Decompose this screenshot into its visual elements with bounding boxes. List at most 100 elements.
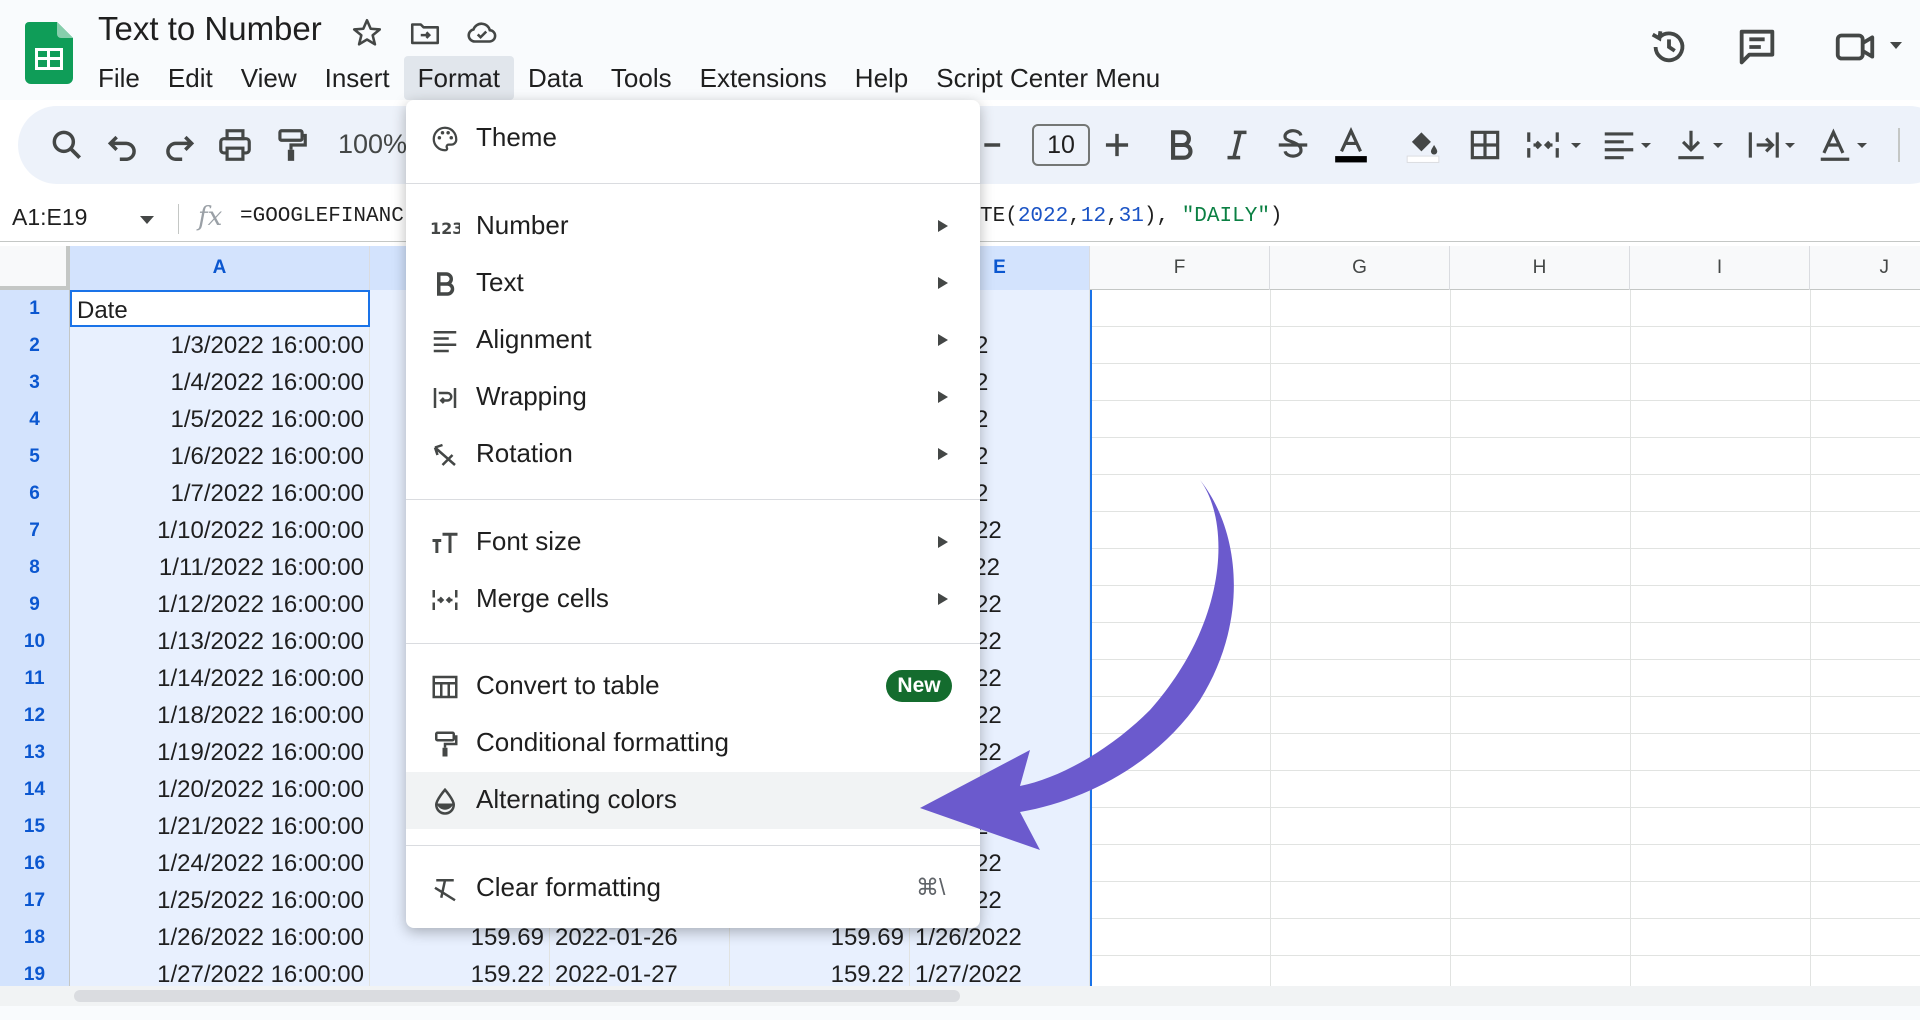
cell-a[interactable]: Date xyxy=(70,290,370,327)
zoom-select[interactable]: 100% xyxy=(338,129,407,160)
cell-e[interactable]: 1/27/2022 xyxy=(910,956,1090,986)
borders-icon[interactable] xyxy=(1466,126,1504,164)
print-icon[interactable] xyxy=(216,126,254,164)
row-header[interactable]: 7 xyxy=(0,512,70,549)
row-header[interactable]: 13 xyxy=(0,734,70,771)
menu-format[interactable]: Format xyxy=(403,56,514,100)
bold-icon[interactable] xyxy=(1162,126,1200,164)
column-header-h[interactable]: H xyxy=(1450,246,1630,290)
row-header[interactable]: 6 xyxy=(0,475,70,512)
text-wrapping-icon[interactable] xyxy=(1744,126,1782,164)
menu-item-alternating-colors[interactable]: Alternating colors xyxy=(406,772,980,829)
cell-a[interactable]: 1/6/2022 16:00:00 xyxy=(70,438,370,475)
menu-file[interactable]: File xyxy=(84,56,154,100)
rotation-dropdown-icon[interactable] xyxy=(1854,126,1870,164)
move-folder-icon[interactable] xyxy=(408,16,442,50)
comments-icon[interactable] xyxy=(1734,24,1780,70)
wrap-dropdown-icon[interactable] xyxy=(1782,126,1798,164)
menu-help[interactable]: Help xyxy=(841,56,922,100)
formula-input-tail[interactable]: TE(2022,12,31), "DAILY") xyxy=(980,205,1283,228)
cell-a[interactable]: 1/27/2022 16:00:00 xyxy=(70,956,370,986)
cell-a[interactable]: 1/14/2022 16:00:00 xyxy=(70,660,370,697)
cell-a[interactable]: 1/21/2022 16:00:00 xyxy=(70,808,370,845)
cell-a[interactable]: 1/4/2022 16:00:00 xyxy=(70,364,370,401)
row-header[interactable]: 8 xyxy=(0,549,70,586)
menu-item-convert-to-table[interactable]: Convert to table New xyxy=(406,658,980,715)
column-header-f[interactable]: F xyxy=(1090,246,1270,290)
sheets-logo-icon[interactable] xyxy=(25,22,73,84)
paint-format-icon[interactable] xyxy=(272,126,310,164)
row-header[interactable]: 5 xyxy=(0,438,70,475)
redo-icon[interactable] xyxy=(160,126,198,164)
select-all-corner[interactable] xyxy=(0,246,70,290)
row-header[interactable]: 2 xyxy=(0,327,70,364)
cell-d[interactable]: 159.22 xyxy=(730,956,910,986)
menu-script-center[interactable]: Script Center Menu xyxy=(922,56,1174,100)
version-history-icon[interactable] xyxy=(1646,24,1692,70)
row-header[interactable]: 18 xyxy=(0,919,70,956)
document-title[interactable]: Text to Number xyxy=(98,10,322,48)
row-header[interactable]: 11 xyxy=(0,660,70,697)
column-header-j[interactable]: J xyxy=(1810,246,1920,290)
text-color-icon[interactable] xyxy=(1332,126,1370,164)
menu-item-theme[interactable]: Theme xyxy=(406,110,980,167)
scrollbar-thumb[interactable] xyxy=(74,990,960,1002)
font-size-input[interactable]: 10 xyxy=(1032,124,1090,166)
text-rotation-icon[interactable] xyxy=(1816,126,1854,164)
formula-input[interactable]: =GOOGLEFINANC xyxy=(240,205,404,228)
horizontal-align-icon[interactable] xyxy=(1600,126,1638,164)
fill-color-icon[interactable] xyxy=(1404,126,1442,164)
increase-font-size-icon[interactable] xyxy=(1098,126,1136,164)
row-header[interactable]: 15 xyxy=(0,808,70,845)
column-header-a[interactable]: A xyxy=(70,246,370,290)
menu-item-wrapping[interactable]: Wrapping xyxy=(406,369,980,426)
cell-a[interactable]: 1/20/2022 16:00:00 xyxy=(70,771,370,808)
star-icon[interactable] xyxy=(350,16,384,50)
menu-edit[interactable]: Edit xyxy=(154,56,227,100)
cell-a[interactable]: 1/24/2022 16:00:00 xyxy=(70,845,370,882)
row-header[interactable]: 19 xyxy=(0,956,70,986)
row-header[interactable]: 12 xyxy=(0,697,70,734)
chevron-down-icon[interactable] xyxy=(1888,40,1904,52)
merge-cells-icon[interactable] xyxy=(1524,126,1562,164)
menu-item-font-size[interactable]: Font size xyxy=(406,514,980,571)
menu-view[interactable]: View xyxy=(227,56,311,100)
cell-b[interactable]: 159.22 xyxy=(370,956,550,986)
cell-a[interactable]: 1/26/2022 16:00:00 xyxy=(70,919,370,956)
cell-a[interactable]: 1/18/2022 16:00:00 xyxy=(70,697,370,734)
menu-item-conditional-formatting[interactable]: Conditional formatting xyxy=(406,715,980,772)
row-header[interactable]: 4 xyxy=(0,401,70,438)
menu-item-merge-cells[interactable]: Merge cells xyxy=(406,571,980,628)
row-header[interactable]: 9 xyxy=(0,586,70,623)
cell-a[interactable]: 1/13/2022 16:00:00 xyxy=(70,623,370,660)
vertical-align-icon[interactable] xyxy=(1672,126,1710,164)
menu-data[interactable]: Data xyxy=(514,56,597,100)
menu-item-number[interactable]: 123 Number xyxy=(406,198,980,255)
cell-a[interactable]: 1/3/2022 16:00:00 xyxy=(70,327,370,364)
name-box[interactable]: A1:E19 xyxy=(12,204,87,231)
cell-c[interactable]: 2022-01-27 xyxy=(550,956,730,986)
align-dropdown-icon[interactable] xyxy=(1638,126,1654,164)
search-icon[interactable] xyxy=(48,126,86,164)
row-header[interactable]: 1 xyxy=(0,290,70,327)
menu-item-alignment[interactable]: Alignment xyxy=(406,312,980,369)
menu-tools[interactable]: Tools xyxy=(597,56,686,100)
column-header-i[interactable]: I xyxy=(1630,246,1810,290)
menu-extensions[interactable]: Extensions xyxy=(686,56,841,100)
valign-dropdown-icon[interactable] xyxy=(1710,126,1726,164)
name-box-dropdown-icon[interactable] xyxy=(140,216,154,224)
column-header-g[interactable]: G xyxy=(1270,246,1450,290)
cell-a[interactable]: 1/19/2022 16:00:00 xyxy=(70,734,370,771)
horizontal-scrollbar[interactable] xyxy=(0,986,1920,1006)
menu-item-rotation[interactable]: Rotation xyxy=(406,426,980,483)
merge-dropdown-icon[interactable] xyxy=(1568,126,1584,164)
meet-video-icon[interactable] xyxy=(1832,24,1878,70)
cell-a[interactable]: 1/7/2022 16:00:00 xyxy=(70,475,370,512)
menu-insert[interactable]: Insert xyxy=(311,56,404,100)
cloud-saved-icon[interactable] xyxy=(465,16,499,50)
row-header[interactable]: 17 xyxy=(0,882,70,919)
decrease-font-size-icon[interactable] xyxy=(978,126,1016,164)
cell-a[interactable]: 1/25/2022 16:00:00 xyxy=(70,882,370,919)
row-header[interactable]: 3 xyxy=(0,364,70,401)
italic-icon[interactable] xyxy=(1218,126,1256,164)
